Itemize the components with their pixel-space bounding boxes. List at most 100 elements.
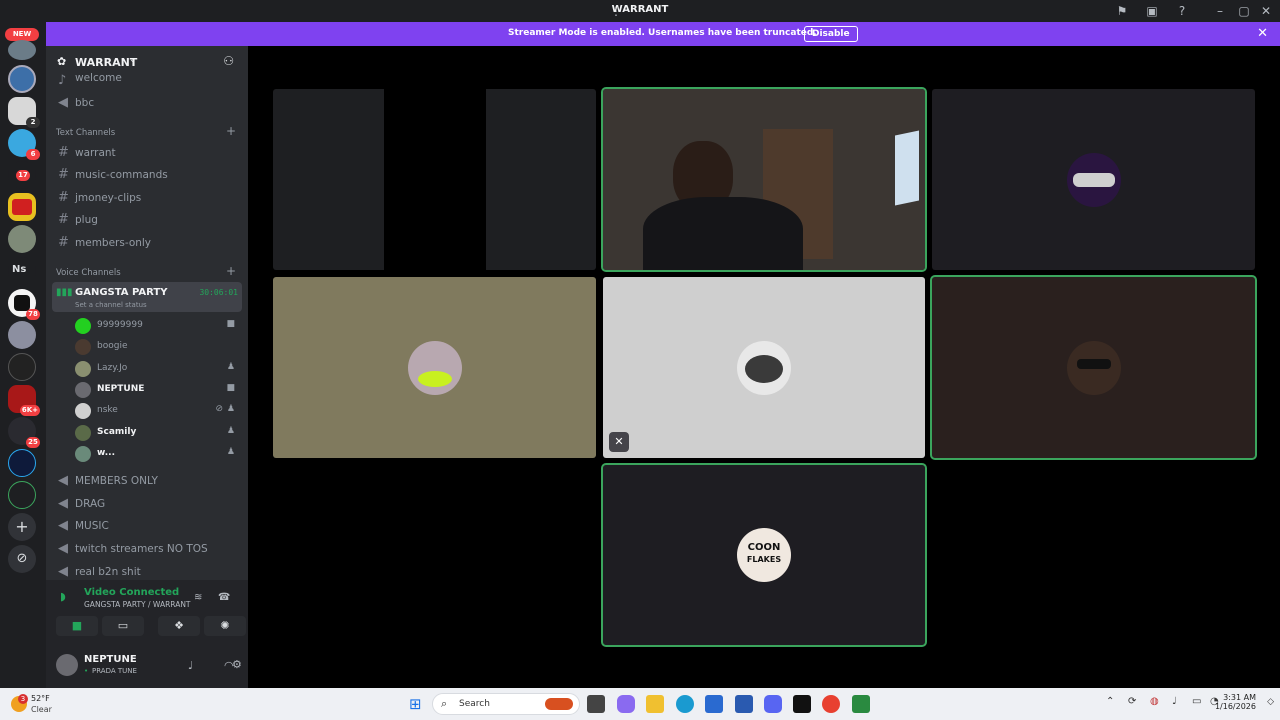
soundboard-button[interactable]: ✺ — [204, 616, 246, 636]
minimize-icon[interactable]: – — [1212, 3, 1228, 19]
video-tile-camera[interactable] — [601, 87, 927, 272]
guild-text-icon[interactable]: Ns — [8, 257, 36, 285]
discover-icon[interactable]: ⊘ — [8, 545, 36, 573]
guild-icon[interactable] — [8, 225, 36, 253]
guild-icon[interactable] — [8, 481, 36, 509]
chrome-icon[interactable] — [822, 695, 840, 713]
window-titlebar: ⋮ WARRANT ⚑ ▣ ? – ▢ ✕ — [0, 0, 1280, 22]
task-view-icon[interactable] — [587, 695, 605, 713]
tray-sync-icon[interactable]: ⟳ — [1128, 696, 1136, 707]
inbox-icon[interactable]: ⚑ — [1114, 3, 1130, 19]
taskbar-search[interactable]: ⌕ Search — [432, 693, 580, 715]
activities-button[interactable]: ❖ — [158, 616, 200, 636]
video-tile[interactable] — [273, 277, 596, 458]
tray-chevron-icon[interactable]: ⌃ — [1106, 696, 1114, 707]
voice-user-row[interactable]: NEPTUNE ■ — [75, 379, 243, 399]
tray-mic-icon[interactable]: ♩ — [1172, 696, 1177, 707]
video-tile[interactable]: ✕ — [603, 277, 925, 458]
guild-icon[interactable]: 6K+ — [8, 385, 40, 416]
help-icon[interactable]: ? — [1174, 3, 1190, 19]
tray-display-icon[interactable]: ▭ — [1192, 696, 1201, 707]
disable-streamer-button[interactable]: Disable — [804, 26, 858, 42]
speaker-icon: ◀ — [58, 95, 68, 110]
server-name: WARRANT — [75, 56, 138, 69]
guild-icon[interactable] — [8, 65, 36, 93]
microphone-icon[interactable]: ♩ — [188, 659, 193, 672]
channel-music-commands[interactable]: # music-commands — [54, 164, 244, 184]
guild-icon[interactable] — [8, 40, 36, 60]
guild-icon[interactable]: 78 — [8, 289, 40, 320]
guild-icon[interactable]: 25 — [8, 417, 40, 448]
voice-channel-twitch-streamers[interactable]: ◀ twitch streamers NO TOS — [54, 538, 244, 558]
add-server-icon[interactable]: + — [8, 513, 36, 541]
camera-button[interactable]: ■ — [56, 616, 98, 636]
windows-start-icon[interactable]: ⊞ — [409, 696, 422, 712]
guild-icon[interactable] — [8, 353, 36, 381]
screen-share-button[interactable]: ▭ — [102, 616, 144, 636]
guild-icon[interactable]: 2 — [8, 97, 40, 128]
notification-bell-icon[interactable]: ◇ — [1267, 697, 1274, 707]
chevron-down-icon: ⌄ — [129, 55, 137, 65]
popout-icon[interactable]: ▣ — [1144, 3, 1160, 19]
video-tile[interactable]: COON FLAKES — [601, 463, 927, 647]
noise-suppression-icon[interactable]: ≋ — [194, 592, 202, 603]
maximize-icon[interactable]: ▢ — [1236, 3, 1252, 19]
voice-channel-drag[interactable]: ◀ DRAG — [54, 493, 244, 513]
tile-avatar — [1066, 340, 1121, 395]
mail-icon[interactable] — [735, 695, 753, 713]
hashtag-icon: # — [58, 190, 69, 205]
discord-icon[interactable] — [764, 695, 782, 713]
guild-icon[interactable]: 6 — [8, 129, 40, 160]
voice-user-row[interactable]: 99999999 ■ — [75, 315, 243, 335]
guild-icon[interactable]: 17 — [8, 161, 36, 189]
avatar — [75, 361, 91, 377]
channel-members-only[interactable]: # members-only — [54, 232, 244, 252]
video-tile[interactable] — [273, 89, 596, 270]
voice-channel-music[interactable]: ◀ MUSIC — [54, 515, 244, 535]
close-window-icon[interactable]: ✕ — [1258, 3, 1274, 19]
channel-plug[interactable]: # plug — [54, 209, 244, 229]
voice-user-row[interactable]: boogie — [75, 336, 243, 356]
guild-icon[interactable] — [8, 193, 36, 221]
file-explorer-icon[interactable] — [646, 695, 664, 713]
voice-channel-real-b2n[interactable]: ◀ real b2n shit — [54, 561, 244, 579]
video-tile[interactable] — [932, 89, 1255, 270]
store-icon[interactable] — [705, 695, 723, 713]
channel-bbc[interactable]: ◀ bbc — [54, 92, 244, 112]
app-icon[interactable] — [852, 695, 870, 713]
tray-security-icon[interactable]: ◍ — [1150, 696, 1159, 707]
game-icon: ♟ — [226, 404, 235, 414]
terminal-icon[interactable] — [793, 695, 811, 713]
voice-user-row[interactable]: nske ⊘ ♟ — [75, 400, 243, 420]
speaker-icon: ◀ — [58, 518, 68, 533]
edge-icon[interactable] — [676, 695, 694, 713]
voice-user-row[interactable]: w... ♟ — [75, 443, 243, 463]
guild-icon[interactable] — [8, 321, 36, 349]
add-text-channel-icon[interactable]: + — [226, 124, 236, 138]
taskbar-clock[interactable]: 3:31 AM 1/16/2026 — [1215, 693, 1256, 711]
voice-user-row[interactable]: Scamily ♟ — [75, 422, 243, 442]
banner-close-icon[interactable]: ✕ — [1257, 26, 1268, 41]
channel-welcome[interactable]: ♪ welcome — [54, 70, 244, 86]
channel-jmoney-clips[interactable]: # jmoney-clips — [54, 187, 244, 207]
voice-category-label[interactable]: Voice Channels — [56, 268, 121, 278]
text-category-label[interactable]: Text Channels — [56, 128, 115, 138]
user-avatar[interactable] — [56, 654, 78, 676]
avatar-text: FLAKES — [746, 555, 782, 564]
voice-user-row[interactable]: Lazy.Jo ♟ — [75, 358, 243, 378]
voice-channel-members-only[interactable]: ◀ MEMBERS ONLY — [54, 470, 244, 490]
video-tile[interactable] — [930, 275, 1257, 460]
channel-warrant[interactable]: # warrant — [54, 142, 244, 162]
active-voice-channel[interactable]: ▮▮▮ GANGSTA PARTY 30:06:01 Set a channel… — [52, 282, 242, 312]
add-voice-channel-icon[interactable]: + — [226, 264, 236, 278]
guild-icon[interactable] — [8, 449, 36, 477]
settings-gear-icon[interactable]: ⚙ — [232, 658, 242, 671]
invite-people-icon[interactable]: ⚇ — [223, 54, 234, 68]
channel-status-prompt[interactable]: Set a channel status — [75, 301, 147, 309]
disconnect-icon[interactable]: ☎ — [218, 592, 230, 603]
clock-date: 1/16/2026 — [1214, 702, 1256, 711]
copilot-icon[interactable] — [617, 695, 635, 713]
hashtag-icon: # — [58, 212, 69, 227]
guild-initials: Ns — [12, 264, 27, 275]
unread-count-badge: 2 — [26, 117, 40, 128]
